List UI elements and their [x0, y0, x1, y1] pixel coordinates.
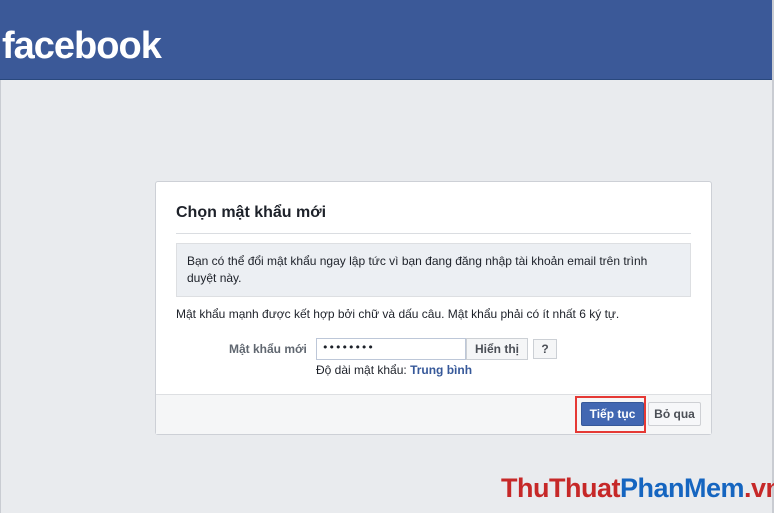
page-title: Chọn mật khẩu mới: [176, 204, 327, 221]
new-password-input[interactable]: ••••••••: [316, 338, 466, 360]
continue-button[interactable]: Tiếp tục: [581, 402, 644, 426]
info-notice: Bạn có thể đổi mật khẩu ngay lập tức vì …: [176, 243, 691, 297]
password-hint: Mật khẩu mạnh được kết hợp bởi chữ và dấ…: [176, 307, 620, 321]
window-edge-left: [0, 80, 1, 513]
strength-value: Trung bình: [410, 363, 473, 377]
watermark-part-2: PhanMem: [619, 473, 745, 503]
watermark-part-1: ThuThuat: [501, 473, 620, 503]
help-button[interactable]: ?: [533, 339, 557, 359]
site-watermark: ThuThuatPhanMem.vn: [501, 472, 774, 504]
skip-button[interactable]: Bỏ qua: [648, 402, 701, 426]
facebook-logo[interactable]: facebook: [2, 24, 162, 68]
new-password-label: Mật khẩu mới: [229, 342, 307, 356]
password-strength: Độ dài mật khẩu: Trung bình: [316, 363, 472, 377]
strength-label: Độ dài mật khẩu:: [316, 363, 407, 377]
top-bar: facebook: [0, 0, 774, 80]
watermark-part-3: .vn: [744, 473, 774, 503]
title-divider: [176, 233, 691, 234]
choose-password-card: Chọn mật khẩu mới Bạn có thể đổi mật khẩ…: [155, 181, 712, 435]
show-password-button[interactable]: Hiển thị: [466, 338, 528, 360]
